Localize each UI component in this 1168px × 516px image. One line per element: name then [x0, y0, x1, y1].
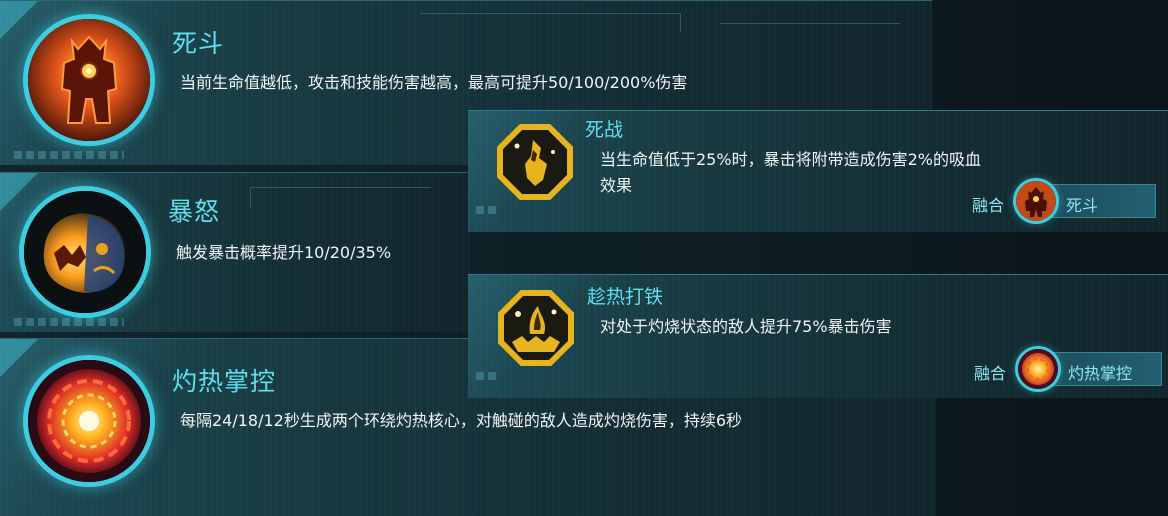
skill-title: 暴怒: [168, 197, 221, 226]
circuit-line: [720, 23, 900, 24]
decor-ticks: [14, 318, 124, 326]
fusion-title: 死战: [585, 119, 624, 141]
fusion-source: 死斗: [1066, 196, 1099, 215]
fusion-source: 灼热掌控: [1068, 364, 1133, 383]
rage-icon: [24, 191, 146, 313]
fusion-description-line2: 效果: [600, 176, 633, 195]
corner-accent: [0, 1, 38, 39]
fusion-description-line1: 当生命值低于25%时，暴击将附带造成伤害2%的吸血: [600, 150, 981, 169]
skill-description: 每隔24/18/12秒生成两个环绕灼热核心，对触碰的敌人造成灼烧伤害，持续6秒: [180, 411, 743, 430]
scorching-control-mini-icon: [1018, 349, 1058, 389]
fusion-label: 融合: [972, 196, 1005, 215]
decor-ticks: [476, 206, 500, 214]
skill-description: 当前生命值越低，攻击和技能伤害越高，最高可提升50/100/200%伤害: [180, 73, 688, 92]
skill-title: 死斗: [172, 29, 225, 58]
fusion-label: 融合: [974, 364, 1007, 383]
death-duel-mini-icon: [1016, 181, 1056, 221]
decor-ticks: [14, 151, 124, 159]
death-duel-icon: [28, 19, 150, 141]
fusion-description: 对处于灼烧状态的敌人提升75%暴击伤害: [600, 317, 892, 336]
scorching-control-icon: [28, 360, 150, 482]
circuit-line: [420, 13, 681, 32]
corner-accent: [0, 339, 38, 377]
fusion-title: 趁热打铁: [587, 286, 664, 308]
circuit-line: [250, 187, 431, 208]
corner-accent: [0, 173, 38, 211]
skill-title: 灼热掌控: [172, 367, 277, 396]
skill-description: 触发暴击概率提升10/20/35%: [176, 243, 392, 262]
decor-ticks: [476, 372, 500, 380]
